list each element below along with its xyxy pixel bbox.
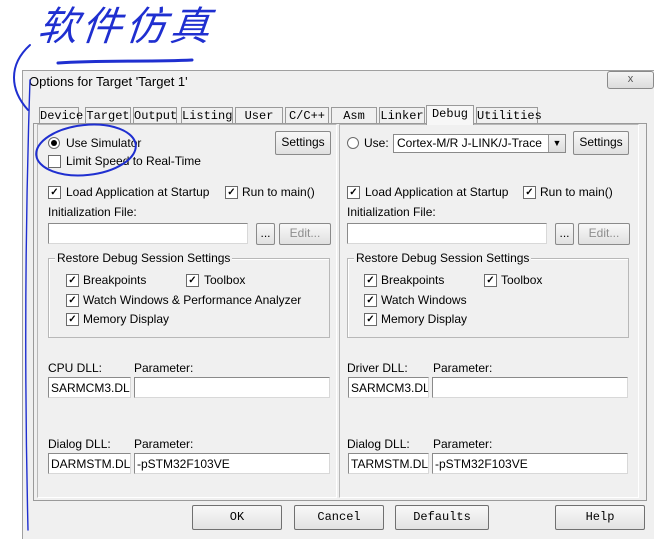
right-load-app-checkbox[interactable]: ✓ (347, 186, 360, 199)
tab-user[interactable]: User (235, 107, 283, 124)
cpu-param-field[interactable] (134, 377, 330, 398)
right-watch-windows-checkbox[interactable]: ✓ (364, 294, 377, 307)
use-simulator-label: Use Simulator (66, 136, 142, 150)
dialog-param-field[interactable]: -pSTM32F103VE (134, 453, 330, 474)
tab-listing[interactable]: Listing (181, 107, 233, 124)
tab-asm[interactable]: Asm (331, 107, 377, 124)
right-dialog-param-label: Parameter: (433, 437, 493, 451)
toolbox-checkbox[interactable]: ✓ (186, 274, 199, 287)
tab-target[interactable]: Target (85, 107, 131, 124)
chevron-down-icon[interactable]: ▼ (548, 135, 565, 152)
tab-output[interactable]: Output (133, 107, 177, 124)
handwritten-title: 软件仿真 (35, 4, 217, 50)
defaults-button[interactable]: Defaults (395, 505, 489, 530)
right-breakpoints-checkbox[interactable]: ✓ (364, 274, 377, 287)
help-button[interactable]: Help (555, 505, 645, 530)
driver-dll-field[interactable]: SARMCM3.DLL (348, 377, 429, 398)
init-file-edit-button[interactable]: Edit... (279, 223, 331, 245)
tab-utilities[interactable]: Utilities (476, 107, 542, 124)
load-app-label: Load Application at Startup (66, 185, 210, 199)
cpu-param-label: Parameter: (134, 361, 194, 375)
limit-speed-checkbox[interactable] (48, 155, 61, 168)
use-driver-radio[interactable] (347, 137, 359, 149)
driver-dll-label: Driver DLL: (347, 361, 408, 375)
right-load-app-label: Load Application at Startup (365, 185, 509, 199)
driver-settings-button[interactable]: Settings (573, 131, 629, 155)
right-toolbox-label: Toolbox (501, 273, 543, 287)
right-dialog-param-field[interactable]: -pSTM32F103VE (432, 453, 628, 474)
underline-stroke (56, 58, 194, 65)
cpu-dll-label: CPU DLL: (48, 361, 103, 375)
right-dialog-dll-field[interactable]: TARMSTM.DLL (348, 453, 429, 474)
options-dialog: Options for Target 'Target 1' x Device T… (22, 70, 654, 539)
dialog-dll-field[interactable]: DARMSTM.DLL (48, 453, 131, 474)
cancel-button[interactable]: Cancel (294, 505, 384, 530)
debug-driver-selected: Cortex-M/R J-LINK/J-Trace (397, 136, 542, 150)
restore-settings-title: Restore Debug Session Settings (55, 251, 233, 265)
right-init-file-browse-button[interactable]: ... (555, 223, 574, 245)
init-file-label: Initialization File: (48, 205, 137, 219)
tab-cc[interactable]: C/C++ (285, 107, 329, 124)
right-toolbox-checkbox[interactable]: ✓ (484, 274, 497, 287)
dialog-title: Options for Target 'Target 1' (29, 74, 188, 89)
driver-param-field[interactable] (432, 377, 628, 398)
watch-windows-checkbox[interactable]: ✓ (66, 294, 79, 307)
memory-display-label: Memory Display (83, 312, 170, 326)
right-memory-display-checkbox[interactable]: ✓ (364, 313, 377, 326)
right-init-file-input[interactable] (347, 223, 547, 244)
right-run-to-main-label: Run to main() (540, 185, 613, 199)
right-restore-settings-title: Restore Debug Session Settings (354, 251, 532, 265)
init-file-input[interactable] (48, 223, 248, 244)
run-to-main-label: Run to main() (242, 185, 315, 199)
right-init-file-edit-button[interactable]: Edit... (578, 223, 630, 245)
ok-button[interactable]: OK (192, 505, 282, 530)
cpu-dll-field[interactable]: SARMCM3.DLL (48, 377, 131, 398)
watch-windows-label: Watch Windows & Performance Analyzer (83, 293, 302, 307)
dialog-dll-label: Dialog DLL: (48, 437, 111, 451)
right-memory-display-label: Memory Display (381, 312, 468, 326)
right-watch-windows-label: Watch Windows (381, 293, 467, 307)
limit-speed-label: Limit Speed to Real-Time (66, 154, 201, 168)
init-file-browse-button[interactable]: ... (256, 223, 275, 245)
driver-param-label: Parameter: (433, 361, 493, 375)
simulator-settings-button[interactable]: Settings (275, 131, 331, 155)
use-simulator-radio[interactable] (48, 137, 60, 149)
run-to-main-checkbox[interactable]: ✓ (225, 186, 238, 199)
right-run-to-main-checkbox[interactable]: ✓ (523, 186, 536, 199)
tab-linker[interactable]: Linker (379, 107, 425, 124)
debug-driver-select[interactable]: Cortex-M/R J-LINK/J-Trace ▼ (393, 134, 566, 153)
load-app-checkbox[interactable]: ✓ (48, 186, 61, 199)
tab-debug[interactable]: Debug (426, 105, 474, 125)
toolbox-label: Toolbox (204, 273, 246, 287)
tab-device[interactable]: Device (39, 107, 83, 124)
right-init-file-label: Initialization File: (347, 205, 436, 219)
right-breakpoints-label: Breakpoints (381, 273, 445, 287)
close-button[interactable]: x (607, 71, 654, 89)
dialog-param-label: Parameter: (134, 437, 194, 451)
breakpoints-label: Breakpoints (83, 273, 147, 287)
memory-display-checkbox[interactable]: ✓ (66, 313, 79, 326)
right-dialog-dll-label: Dialog DLL: (347, 437, 410, 451)
breakpoints-checkbox[interactable]: ✓ (66, 274, 79, 287)
use-driver-label: Use: (364, 136, 389, 150)
